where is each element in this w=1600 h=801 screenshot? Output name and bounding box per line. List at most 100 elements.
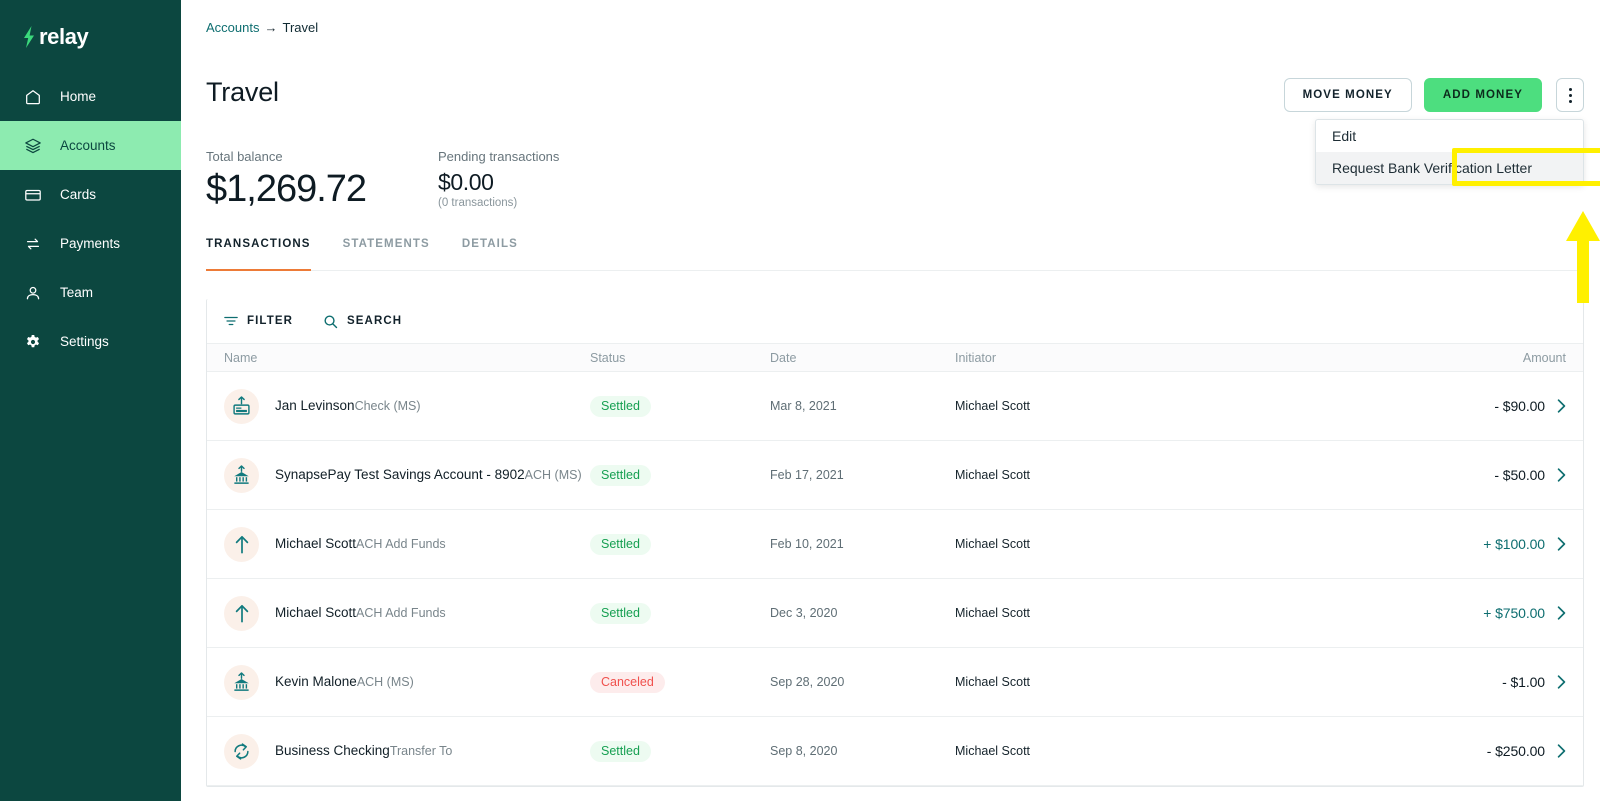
transaction-name-cell: Michael ScottACH Add Funds: [275, 604, 446, 622]
pending-count: (0 transactions): [438, 197, 518, 209]
brand-wordmark: relay: [39, 23, 89, 49]
transaction-subtitle: ACH (MS): [356, 675, 414, 689]
filter-label: FILTER: [247, 315, 293, 327]
kebab-dot: [1568, 99, 1572, 103]
chevron-right-icon: [1557, 399, 1566, 413]
sidebar-item-label: Home: [60, 89, 97, 104]
layers-icon: [25, 138, 41, 153]
app-logo[interactable]: relay: [0, 0, 181, 52]
date-cell: Sep 8, 2020: [770, 744, 838, 758]
status-badge: Settled: [590, 395, 651, 417]
more-vertical-icon[interactable]: [1556, 78, 1584, 112]
column-header-initiator: Initiator: [955, 350, 996, 365]
sidebar-item-accounts[interactable]: Accounts: [0, 121, 181, 170]
transaction-subtitle: ACH Add Funds: [356, 537, 446, 551]
amount-cell: - $250.00: [1435, 743, 1583, 759]
table-row[interactable]: Business CheckingTransfer To Settled Sep 8…: [207, 717, 1583, 786]
amount-value: - $50.00: [1494, 467, 1545, 483]
transactions-list: Jan LevinsonCheck (MS) Settled Mar 8, 2021…: [207, 372, 1583, 786]
sidebar-item-label: Cards: [60, 187, 97, 202]
transaction-title: Jan Levinson: [275, 398, 355, 413]
transaction-subtitle: ACH (MS): [524, 468, 582, 482]
initiator-cell: Michael Scott: [955, 468, 1031, 482]
amount-cell: + $750.00: [1435, 605, 1583, 621]
kebab-dot: [1568, 87, 1572, 91]
gear-icon: [26, 334, 40, 347]
date-cell: Sep 28, 2020: [770, 675, 845, 689]
sidebar-nav: Home Accounts Cards Payments Team Settin…: [0, 72, 181, 366]
total-balance-value: $1,269.72: [206, 168, 367, 210]
balance-summary: Total balance $1,269.72 Pending transact…: [206, 148, 559, 211]
amount-value: - $1.00: [1502, 674, 1545, 690]
sidebar-item-home[interactable]: Home: [0, 72, 181, 121]
account-options-menu: Edit Request Bank Verification Letter: [1315, 119, 1584, 185]
sidebar-item-label: Accounts: [60, 138, 116, 153]
sidebar-item-team[interactable]: Team: [0, 268, 181, 317]
add-money-button[interactable]: ADD MONEY: [1423, 78, 1542, 112]
transaction-title: Michael Scott: [275, 605, 357, 620]
initiator-cell: Michael Scott: [955, 537, 1031, 551]
transaction-title: Michael Scott: [275, 536, 357, 551]
sidebar-item-payments[interactable]: Payments: [0, 219, 181, 268]
status-cell: Settled: [590, 464, 770, 486]
column-header-amount: Amount: [1522, 350, 1566, 365]
check-upload-icon: [224, 388, 259, 424]
date-cell: Feb 17, 2021: [770, 468, 844, 482]
sidebar-item-settings[interactable]: Settings: [0, 317, 181, 366]
menu-item-request-bank-verification-letter[interactable]: Request Bank Verification Letter: [1316, 152, 1583, 184]
chevron-right-icon: [1557, 606, 1566, 620]
table-row[interactable]: Michael ScottACH Add Funds Settled Feb 10,…: [207, 510, 1583, 579]
transaction-title: SynapsePay Test Savings Account - 8902: [275, 467, 525, 482]
filter-button[interactable]: FILTER: [224, 314, 293, 328]
amount-value: - $90.00: [1494, 398, 1545, 414]
column-header-name: Name: [224, 350, 258, 365]
page-title: Travel: [206, 77, 279, 107]
status-cell: Settled: [590, 533, 770, 555]
person-icon: [26, 286, 40, 299]
filter-icon: [224, 316, 238, 326]
sidebar-item-cards[interactable]: Cards: [0, 170, 181, 219]
amount-value: - $250.00: [1486, 743, 1545, 759]
chevron-right-icon: [1557, 537, 1566, 551]
status-cell: Canceled: [590, 671, 770, 693]
transfer-icon: [26, 238, 40, 249]
search-icon: [324, 314, 338, 328]
initiator-cell: Michael Scott: [955, 606, 1031, 620]
pending-transactions-block: Pending transactions $0.00 (0 transactio…: [438, 148, 559, 211]
table-row[interactable]: Jan LevinsonCheck (MS) Settled Mar 8, 2021…: [207, 372, 1583, 441]
home-icon: [26, 89, 40, 104]
table-row[interactable]: Michael ScottACH Add Funds Settled Dec 3, …: [207, 579, 1583, 648]
date-cell: Dec 3, 2020: [770, 606, 838, 620]
status-badge: Canceled: [590, 671, 665, 693]
tab-details[interactable]: DETAILS: [448, 238, 536, 270]
bank-upload-icon: [224, 664, 259, 700]
transactions-card: FILTER SEARCH Name Status Date Initiator…: [206, 299, 1584, 787]
chevron-right-icon: [1557, 468, 1566, 482]
sidebar-item-label: Team: [60, 285, 94, 300]
arrow-up-icon: [224, 595, 259, 631]
transaction-subtitle: Check (MS): [354, 399, 421, 413]
sidebar-item-label: Settings: [60, 334, 109, 349]
sidebar-item-label: Payments: [60, 236, 121, 251]
move-money-button[interactable]: MOVE MONEY: [1283, 78, 1412, 112]
total-balance-label: Total balance: [206, 149, 283, 164]
bank-upload-icon: [224, 457, 259, 493]
app-root: relay Home Accounts Cards Payments Team …: [0, 0, 1600, 801]
kebab-dot: [1568, 93, 1572, 97]
tab-statements[interactable]: STATEMENTS: [329, 238, 448, 270]
transaction-name-cell: SynapsePay Test Savings Account - 8902AC…: [275, 466, 582, 484]
search-button[interactable]: SEARCH: [323, 314, 402, 329]
amount-cell: - $90.00: [1435, 398, 1583, 414]
menu-item-edit[interactable]: Edit: [1316, 120, 1583, 152]
table-row[interactable]: Kevin MaloneACH (MS) Canceled Sep 28, 2020…: [207, 648, 1583, 717]
initiator-cell: Michael Scott: [955, 744, 1031, 758]
arrow-up-icon: [224, 526, 259, 562]
breadcrumb: Accounts → Travel: [206, 20, 318, 35]
transaction-name-cell: Business CheckingTransfer To: [275, 742, 452, 760]
sidebar: relay Home Accounts Cards Payments Team …: [0, 0, 181, 801]
tab-transactions[interactable]: TRANSACTIONS: [206, 238, 329, 271]
breadcrumb-accounts-link[interactable]: Accounts: [206, 20, 259, 35]
table-row[interactable]: SynapsePay Test Savings Account - 8902AC…: [207, 441, 1583, 510]
date-cell: Mar 8, 2021: [770, 399, 837, 413]
transaction-title: Business Checking: [275, 743, 390, 758]
